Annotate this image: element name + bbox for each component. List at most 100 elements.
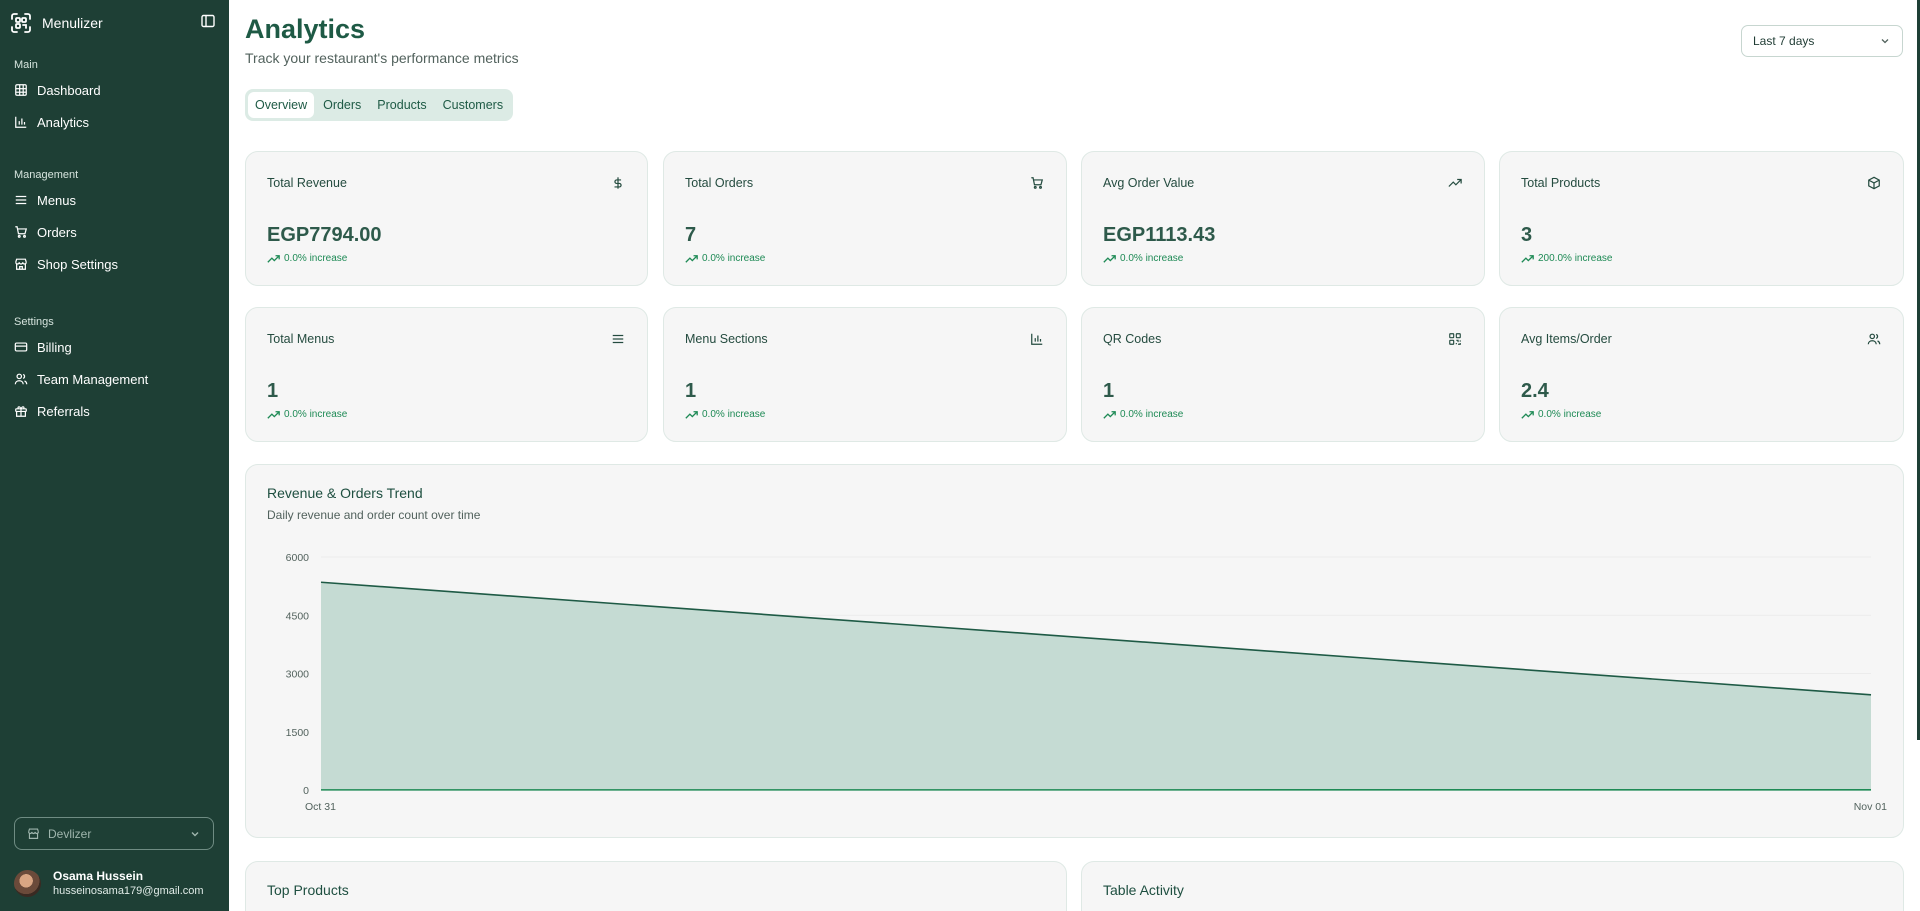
brand[interactable]: Menulizer — [8, 10, 103, 36]
stat-change-text: 0.0% increase — [702, 409, 766, 420]
store-icon — [15, 258, 27, 270]
top-products-card: Top Products — [245, 861, 1067, 911]
y-tick-label: 3000 — [286, 669, 310, 681]
users-icon — [14, 373, 28, 385]
stat-change: 0.0% increase — [1521, 409, 1601, 420]
sidebar-item-team-management[interactable]: Team Management — [0, 363, 229, 395]
stat-label: Total Products — [1521, 176, 1601, 190]
chevron-down-icon — [1881, 39, 1889, 44]
stat-card-total-menus: Total Menus 1 0.0% increase — [245, 307, 648, 442]
stat-card-total-revenue: Total Revenue EGP7794.00 0.0% increase — [245, 151, 648, 286]
y-tick-label: 6000 — [286, 552, 310, 564]
page-subtitle: Track your restaurant's performance metr… — [245, 50, 519, 66]
user-profile[interactable]: Osama Hussein husseinosama179@gmail.com — [14, 869, 204, 897]
sidebar-item-label: Referrals — [37, 403, 90, 419]
date-range-value: Last 7 days — [1753, 34, 1815, 48]
trending-up-icon — [1521, 410, 1534, 419]
stat-value: EGP7794.00 — [267, 224, 382, 246]
date-range-select[interactable]: Last 7 days — [1741, 25, 1903, 57]
y-tick-label: 4500 — [286, 610, 310, 622]
stat-change: 0.0% increase — [685, 253, 765, 264]
tab-overview[interactable]: Overview — [248, 92, 315, 118]
chevron-down-icon — [191, 831, 199, 836]
stat-value: 1 — [685, 380, 697, 402]
trending-up-icon — [1103, 410, 1116, 419]
page-title: Analytics — [245, 14, 366, 44]
sidebar-toggle-icon[interactable] — [200, 13, 218, 31]
cart-icon — [15, 226, 28, 238]
nav-group-label: Main — [14, 59, 38, 71]
stat-label: Total Orders — [685, 176, 754, 190]
stat-card-menu-sections: Menu Sections 1 0.0% increase — [663, 307, 1067, 442]
tab-orders[interactable]: Orders — [316, 92, 368, 118]
store-icon — [28, 828, 39, 839]
sidebar-item-analytics[interactable]: Analytics — [0, 106, 229, 138]
stat-change: 0.0% increase — [267, 409, 347, 420]
sidebar-item-dashboard[interactable]: Dashboard — [0, 74, 229, 106]
nav-group-settings: Settings Billing Team Management Referra… — [0, 313, 229, 427]
stat-value: EGP1113.43 — [1103, 224, 1216, 246]
stat-change-text: 0.0% increase — [284, 409, 348, 420]
stat-change-text: 0.0% increase — [1538, 409, 1602, 420]
stat-value: 1 — [267, 380, 279, 402]
sidebar-item-menus[interactable]: Menus — [0, 184, 229, 216]
trending-up-icon — [267, 254, 280, 263]
nav-group-label: Management — [14, 169, 79, 181]
nav-group-label: Settings — [14, 316, 54, 328]
main-content: Analytics Track your restaurant's perfor… — [229, 0, 1920, 911]
box-icon — [1868, 176, 1880, 190]
stat-label: Avg Order Value — [1103, 176, 1195, 190]
sidebar-item-shop-settings[interactable]: Shop Settings — [0, 248, 229, 280]
menu-lines-icon — [612, 334, 624, 344]
stat-label: Total Revenue — [267, 176, 347, 190]
sidebar-item-orders[interactable]: Orders — [0, 216, 229, 248]
stat-label: QR Codes — [1103, 332, 1162, 346]
trending-up-icon — [1521, 254, 1534, 263]
bar-chart-icon — [1031, 333, 1043, 345]
trending-up-icon — [1448, 178, 1462, 187]
grid-icon — [15, 84, 27, 96]
stat-card-avg-order-value: Avg Order Value EGP1113.43 0.0% increase — [1081, 151, 1485, 286]
sidebar-item-label: Dashboard — [37, 82, 101, 98]
stat-change-text: 0.0% increase — [284, 253, 348, 264]
trending-up-icon — [267, 410, 280, 419]
stat-card-avg-items-order: Avg Items/Order 2.4 0.0% increase — [1499, 307, 1904, 442]
user-email: husseinosama179@gmail.com — [53, 885, 204, 897]
workspace-select[interactable]: Devlizer — [14, 817, 214, 850]
bar-chart-icon — [15, 116, 27, 128]
stat-label: Avg Items/Order — [1521, 332, 1612, 346]
sidebar-item-label: Orders — [37, 224, 77, 240]
stat-value: 1 — [1103, 380, 1115, 402]
stat-card-qr-codes: QR Codes 1 0.0% increase — [1081, 307, 1485, 442]
stat-change: 0.0% increase — [267, 253, 347, 264]
stat-change: 0.0% increase — [1103, 253, 1183, 264]
y-tick-label: 1500 — [286, 727, 310, 739]
x-tick-label: Nov 01 — [1854, 801, 1887, 813]
sidebar-item-label: Team Management — [37, 371, 149, 387]
cart-icon — [1031, 177, 1044, 189]
sidebar-item-label: Billing — [37, 339, 72, 355]
trending-up-icon — [685, 254, 698, 263]
menu-lines-icon — [15, 195, 27, 205]
credit-card-icon — [14, 342, 28, 352]
tab-customers[interactable]: Customers — [436, 92, 510, 118]
table-activity-card: Table Activity — [1081, 861, 1904, 911]
stat-change-text: 0.0% increase — [1120, 253, 1184, 264]
tab-products[interactable]: Products — [370, 92, 433, 118]
sidebar-item-referrals[interactable]: Referrals — [0, 395, 229, 427]
nav-group-management: Management Menus Orders Shop Settings — [0, 166, 229, 280]
logo-icon — [8, 10, 34, 36]
trend-chart: 0 1500 3000 4500 6000 Oct 31 Nov 01 — [286, 552, 1888, 813]
section-title: Table Activity — [1103, 882, 1184, 898]
sidebar-item-billing[interactable]: Billing — [0, 331, 229, 363]
stat-change: 200.0% increase — [1521, 253, 1613, 264]
stat-card-total-products: Total Products 3 200.0% increase — [1499, 151, 1904, 286]
stat-value: 3 — [1521, 224, 1533, 246]
trending-up-icon — [1103, 254, 1116, 263]
y-tick-label: 0 — [303, 785, 309, 797]
nav-group-main: Main Dashboard Analytics — [0, 56, 229, 138]
x-tick-label: Oct 31 — [305, 801, 336, 813]
app-name: Menulizer — [42, 15, 103, 31]
sidebar-item-label: Analytics — [37, 114, 90, 130]
series-area-0 — [321, 582, 1871, 790]
